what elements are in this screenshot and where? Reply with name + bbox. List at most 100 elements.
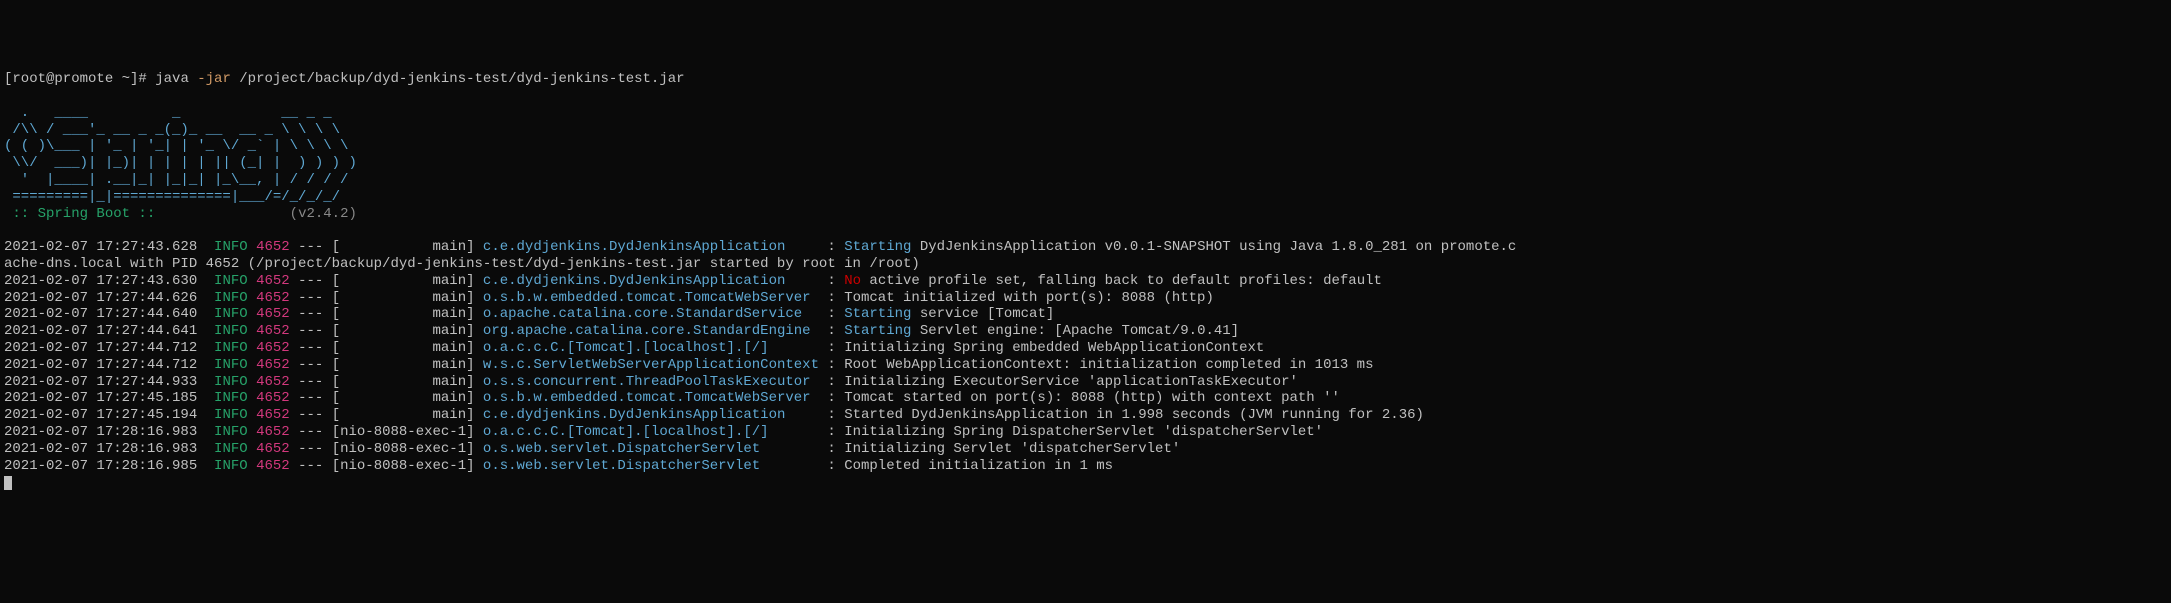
log-thread: [nio-8088-exec-1] [332,441,475,457]
log-pid: 4652 [256,273,290,289]
log-message: Initializing Spring DispatcherServlet 'd… [844,424,1323,440]
log-logger: c.e.dydjenkins.DydJenkinsApplication [483,407,819,423]
log-thread: [nio-8088-exec-1] [332,458,475,474]
log-logger: o.a.c.c.C.[Tomcat].[localhost].[/] [483,340,819,356]
log-separator: --- [290,273,332,289]
log-timestamp: 2021-02-07 17:27:44.626 [4,290,197,306]
log-separator: --- [290,441,332,457]
log-separator: --- [290,458,332,474]
log-thread: [ main] [332,290,475,306]
log-logger: o.s.s.concurrent.ThreadPoolTaskExecutor [483,374,819,390]
log-separator: --- [290,357,332,373]
log-separator: --- [290,306,332,322]
log-thread: [ main] [332,357,475,373]
log-timestamp: 2021-02-07 17:27:45.185 [4,390,197,406]
log-timestamp: 2021-02-07 17:27:43.628 [4,239,197,255]
log-logger: o.s.b.w.embedded.tomcat.TomcatWebServer [483,290,819,306]
log-pid: 4652 [256,458,290,474]
log-level: INFO [214,340,248,356]
log-pid: 4652 [256,407,290,423]
log-thread: [ main] [332,239,475,255]
log-logger: org.apache.catalina.core.StandardEngine [483,323,819,339]
log-thread: [ main] [332,306,475,322]
log-message: service [Tomcat] [911,306,1054,322]
log-highlight-word: No [844,273,861,289]
log-message: DydJenkinsApplication v0.0.1-SNAPSHOT us… [911,239,1516,255]
log-message: Started DydJenkinsApplication in 1.998 s… [844,407,1424,423]
log-thread: [ main] [332,273,475,289]
log-logger: o.a.c.c.C.[Tomcat].[localhost].[/] [483,424,819,440]
log-separator: --- [290,323,332,339]
log-message: active profile set, falling back to defa… [861,273,1382,289]
log-highlight-word: Starting [844,306,911,322]
log-logger: o.apache.catalina.core.StandardService [483,306,819,322]
log-message: Initializing ExecutorService 'applicatio… [844,374,1298,390]
command-text: java -jar /project/backup/dyd-jenkins-te… [155,71,684,87]
log-logger: o.s.b.w.embedded.tomcat.TomcatWebServer [483,390,819,406]
log-timestamp: 2021-02-07 17:27:44.933 [4,374,197,390]
log-level: INFO [214,441,248,457]
log-message: Tomcat started on port(s): 8088 (http) w… [844,390,1340,406]
log-logger: w.s.c.ServletWebServerApplicationContext [483,357,819,373]
spring-ascii-art: . ____ _ __ _ _ /\\ / ___'_ __ _ _(_)_ _… [4,105,357,205]
log-timestamp: 2021-02-07 17:27:44.712 [4,340,197,356]
log-timestamp: 2021-02-07 17:27:44.640 [4,306,197,322]
log-level: INFO [214,239,248,255]
log-logger: o.s.web.servlet.DispatcherServlet [483,441,819,457]
log-message: Initializing Servlet 'dispatcherServlet' [844,441,1180,457]
log-highlight-word: Starting [844,239,911,255]
log-pid: 4652 [256,340,290,356]
log-level: INFO [214,357,248,373]
log-timestamp: 2021-02-07 17:27:43.630 [4,273,197,289]
log-separator: --- [290,374,332,390]
log-pid: 4652 [256,290,290,306]
log-thread: [ main] [332,323,475,339]
log-lines: 2021-02-07 17:27:43.628 INFO 4652 --- [ … [4,239,2167,474]
spring-boot-label: :: Spring Boot :: [4,206,164,222]
log-level: INFO [214,390,248,406]
log-highlight-word: Starting [844,323,911,339]
log-message: Root WebApplicationContext: initializati… [844,357,1373,373]
log-message: Completed initialization in 1 ms [844,458,1113,474]
log-timestamp: 2021-02-07 17:28:16.985 [4,458,197,474]
log-thread: [ main] [332,340,475,356]
log-separator: --- [290,407,332,423]
log-level: INFO [214,374,248,390]
log-timestamp: 2021-02-07 17:28:16.983 [4,424,197,440]
log-level: INFO [214,306,248,322]
log-separator: --- [290,390,332,406]
log-logger: o.s.web.servlet.DispatcherServlet [483,458,819,474]
log-level: INFO [214,458,248,474]
log-continuation: ache-dns.local with PID 4652 (/project/b… [4,256,920,272]
log-logger: c.e.dydjenkins.DydJenkinsApplication [483,239,819,255]
log-level: INFO [214,290,248,306]
log-message: Initializing Spring embedded WebApplicat… [844,340,1264,356]
log-separator: --- [290,290,332,306]
terminal-cursor [4,476,12,490]
log-pid: 4652 [256,424,290,440]
log-message: Servlet engine: [Apache Tomcat/9.0.41] [911,323,1239,339]
log-pid: 4652 [256,239,290,255]
log-pid: 4652 [256,357,290,373]
log-timestamp: 2021-02-07 17:27:44.641 [4,323,197,339]
log-thread: [ main] [332,407,475,423]
log-timestamp: 2021-02-07 17:27:45.194 [4,407,197,423]
spring-boot-version: (v2.4.2) [290,206,357,222]
log-level: INFO [214,323,248,339]
log-thread: [ main] [332,374,475,390]
terminal-output[interactable]: [root@promote ~]# java -jar /project/bac… [4,71,2167,491]
log-level: INFO [214,407,248,423]
log-pid: 4652 [256,441,290,457]
log-thread: [ main] [332,390,475,406]
log-pid: 4652 [256,306,290,322]
log-logger: c.e.dydjenkins.DydJenkinsApplication [483,273,819,289]
log-level: INFO [214,273,248,289]
log-separator: --- [290,239,332,255]
log-pid: 4652 [256,374,290,390]
log-separator: --- [290,424,332,440]
log-pid: 4652 [256,323,290,339]
log-timestamp: 2021-02-07 17:27:44.712 [4,357,197,373]
log-thread: [nio-8088-exec-1] [332,424,475,440]
log-pid: 4652 [256,390,290,406]
log-level: INFO [214,424,248,440]
